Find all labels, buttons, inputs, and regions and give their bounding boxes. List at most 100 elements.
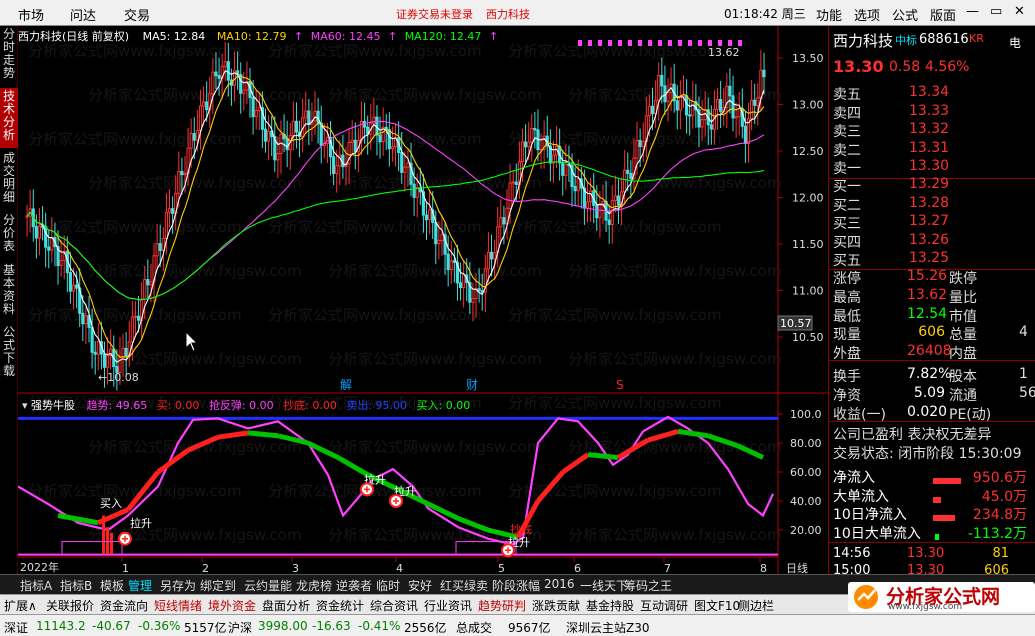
tick-volume: 81 — [992, 546, 1009, 561]
signal-dot — [608, 44, 612, 46]
toolbar-item[interactable]: 资金统计 — [316, 597, 364, 614]
candle-body — [635, 139, 639, 159]
signal-annotation: 拉升 — [130, 516, 152, 530]
indicator-tab[interactable]: 逆袭者 — [336, 577, 372, 594]
menu-function[interactable]: 功能 — [816, 5, 842, 24]
toolbar-item[interactable]: 行业资讯 — [424, 597, 472, 614]
index-sz-pct: -0.36% — [138, 619, 181, 633]
flow-bar — [933, 478, 961, 485]
menu-trade[interactable]: 交易 — [124, 5, 150, 24]
indicator-tab[interactable]: 云约量能 — [244, 577, 292, 594]
stat-label: 净资 — [833, 387, 861, 404]
candle-body — [657, 74, 661, 101]
chart-canvas[interactable]: 分析家公式网www.fxjgsw.com 分析家公式网www.fxjgsw.com… — [18, 26, 828, 574]
candle-body — [71, 284, 76, 292]
cursor-icon — [185, 330, 199, 352]
indicator-tab[interactable]: 龙虎榜 — [296, 577, 332, 594]
close-icon[interactable]: ✕ — [1014, 4, 1025, 19]
up-arrow-icon: ↑ — [488, 30, 499, 43]
chart-area[interactable]: 分析家公式网www.fxjgsw.com 分析家公式网www.fxjgsw.com… — [18, 26, 828, 574]
candle-body — [527, 141, 531, 148]
sub-chart-name[interactable]: 强势牛股 — [31, 399, 75, 412]
stat-label-2: 跌停 — [949, 271, 977, 287]
tab-trades[interactable]: 成交明细 — [0, 150, 18, 210]
candle-body — [678, 95, 682, 111]
candle-body — [239, 74, 243, 94]
toolbar-item[interactable]: 关联报价 — [46, 597, 94, 614]
fall-segment — [336, 455, 370, 478]
toolbar-item[interactable]: 综合资讯 — [370, 597, 418, 614]
indicator-tab[interactable]: 管理 — [128, 577, 152, 594]
collapse-icon[interactable]: ▾ — [22, 399, 28, 412]
candle-body — [675, 100, 679, 111]
event-signal: S — [616, 378, 624, 392]
price-label: 12.50 — [792, 145, 824, 158]
menu-layout[interactable]: 版面 — [930, 5, 956, 24]
toolbar-item[interactable]: 涨跌贡献 — [532, 597, 580, 614]
login-warning[interactable]: 证券交易未登录 — [396, 6, 473, 22]
signal-dot — [678, 44, 682, 46]
indicator-tab[interactable]: 红买绿卖 — [440, 577, 488, 594]
signal-dot — [618, 44, 622, 46]
toolbar-item[interactable]: 短线情绪 — [154, 597, 202, 614]
watermark: 分析家公式网www.fxjgsw.com — [328, 350, 542, 368]
menu-options[interactable]: 选项 — [854, 5, 880, 24]
watermark: 分析家公式网www.fxjgsw.com — [88, 86, 302, 104]
candle-body — [530, 128, 534, 143]
candle-body — [629, 173, 633, 179]
candle-body — [93, 351, 97, 355]
candle-body — [164, 211, 168, 240]
toolbar-item[interactable]: 侧边栏 — [738, 597, 774, 614]
indicator-tab[interactable]: 绑定到 — [200, 577, 236, 594]
indicator-tab[interactable]: 安好 — [408, 577, 432, 594]
candle-body — [390, 146, 395, 150]
tab-technical[interactable]: 技术分析 — [0, 88, 18, 148]
candle-body — [616, 195, 621, 206]
candle-body — [762, 69, 766, 78]
menu-market[interactable]: 市场 — [18, 5, 44, 24]
high-mark: 13.62 — [708, 46, 740, 59]
menu-wenda[interactable]: 问达 — [70, 5, 96, 24]
total-turnover-label: 总成交 — [456, 621, 493, 635]
watermark: 分析家公式网www.fxjgsw.com — [328, 86, 542, 104]
candle-body — [189, 133, 193, 149]
ask-price: 13.33 — [909, 102, 950, 119]
tab-price-table[interactable]: 分价表 — [0, 212, 18, 260]
candle-body — [68, 272, 73, 292]
indicator-tab[interactable]: 一线天下 — [580, 577, 628, 594]
candle-body — [387, 129, 391, 150]
index-hs-name[interactable]: 沪深 — [228, 619, 252, 636]
indicator-tab[interactable]: 2016 — [544, 577, 575, 591]
tab-formula-download[interactable]: 公式下载 — [0, 324, 18, 384]
toolbar-item[interactable]: 盘面分析 — [262, 597, 310, 614]
toolbar-item[interactable]: 基金持股 — [586, 597, 634, 614]
maximize-icon[interactable]: ▭ — [990, 4, 1002, 19]
toolbar-item[interactable]: 扩展∧ — [4, 597, 37, 614]
indicator-tab[interactable]: 临时 — [376, 577, 400, 594]
minimize-icon[interactable]: — — [966, 4, 979, 19]
toolbar-item[interactable]: 趋势研判 — [478, 597, 526, 614]
toolbar-item[interactable]: 互动调研 — [640, 597, 688, 614]
indicator-tab[interactable]: 筹码之王 — [624, 577, 672, 594]
candle-body — [201, 101, 206, 107]
toolbar-item[interactable]: 资金流向 — [100, 597, 148, 614]
toolbar-item[interactable]: 境外资金 — [208, 597, 256, 614]
tab-intraday[interactable]: 分时走势 — [0, 26, 18, 86]
x-month-label: 7 — [664, 562, 671, 574]
watermark: 分析家公式网www.fxjgsw.com — [28, 42, 242, 60]
candle-body — [499, 217, 503, 228]
stat-label-2: 市值 — [949, 308, 977, 325]
tab-profile[interactable]: 基本资料 — [0, 262, 18, 322]
sub-scale-label: 20.00 — [790, 524, 822, 537]
candle-body — [158, 243, 162, 251]
bid-label: 买一 — [833, 179, 861, 195]
indicator-tab[interactable]: 另存为 — [160, 577, 196, 594]
server-name[interactable]: 深圳云主站Z30 — [566, 619, 650, 636]
indicator-tab[interactable]: 模板 — [100, 577, 124, 594]
index-sz-name[interactable]: 深证 — [4, 619, 28, 636]
menu-formula[interactable]: 公式 — [892, 5, 918, 24]
toolbar-item[interactable]: 图文F10 — [694, 597, 740, 614]
indicator-tab[interactable]: 指标A — [20, 577, 52, 594]
indicator-tab[interactable]: 阶段涨幅 — [492, 577, 540, 594]
indicator-tab[interactable]: 指标B — [60, 577, 92, 594]
